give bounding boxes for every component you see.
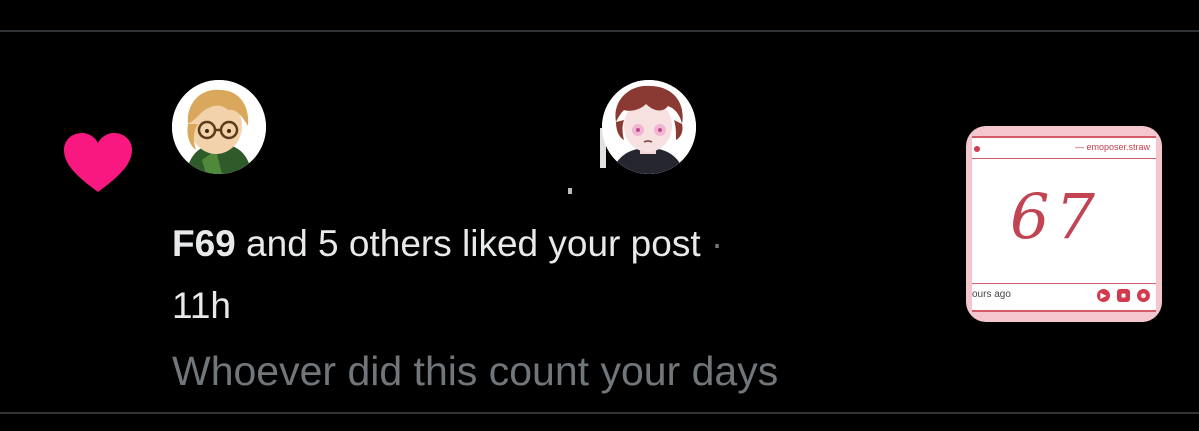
post-preview-text[interactable]: Whoever did this count your days [172, 346, 778, 396]
avatar[interactable] [602, 80, 696, 174]
thumbnail-number: 67 [1010, 180, 1101, 253]
avatar-image [172, 80, 266, 174]
play-icon: ▶ [1097, 289, 1110, 302]
notification-user[interactable]: F69 [172, 223, 236, 264]
bottom-divider [0, 412, 1199, 414]
face-icon: ☻ [1137, 289, 1150, 302]
separator-dot: · [700, 223, 724, 264]
like-notification[interactable]: F69 and 5 others liked your post · 11h W… [0, 32, 1199, 412]
thumbnail-frame: — emoposer.straw 67 ours ago ▶ ■ ☻ [972, 136, 1156, 312]
thumbnail-credit: — emoposer.straw [1074, 142, 1150, 152]
avatar[interactable] [172, 80, 266, 174]
notification-text: F69 and 5 others liked your post · [172, 222, 892, 266]
status-dot [974, 146, 980, 152]
thumbnail-footer-text: ours ago [972, 289, 1011, 300]
thumbnail-header-line [972, 158, 1156, 159]
avatar-image [602, 80, 696, 174]
post-thumbnail[interactable]: — emoposer.straw 67 ours ago ▶ ■ ☻ [966, 126, 1162, 322]
save-icon: ■ [1117, 289, 1130, 302]
timestamp: 11h [172, 285, 231, 326]
notification-action: and 5 others liked your post [235, 223, 701, 264]
redacted-name-scribble [264, 76, 606, 218]
thumbnail-footer-line [972, 283, 1156, 284]
heart-icon [64, 133, 132, 192]
